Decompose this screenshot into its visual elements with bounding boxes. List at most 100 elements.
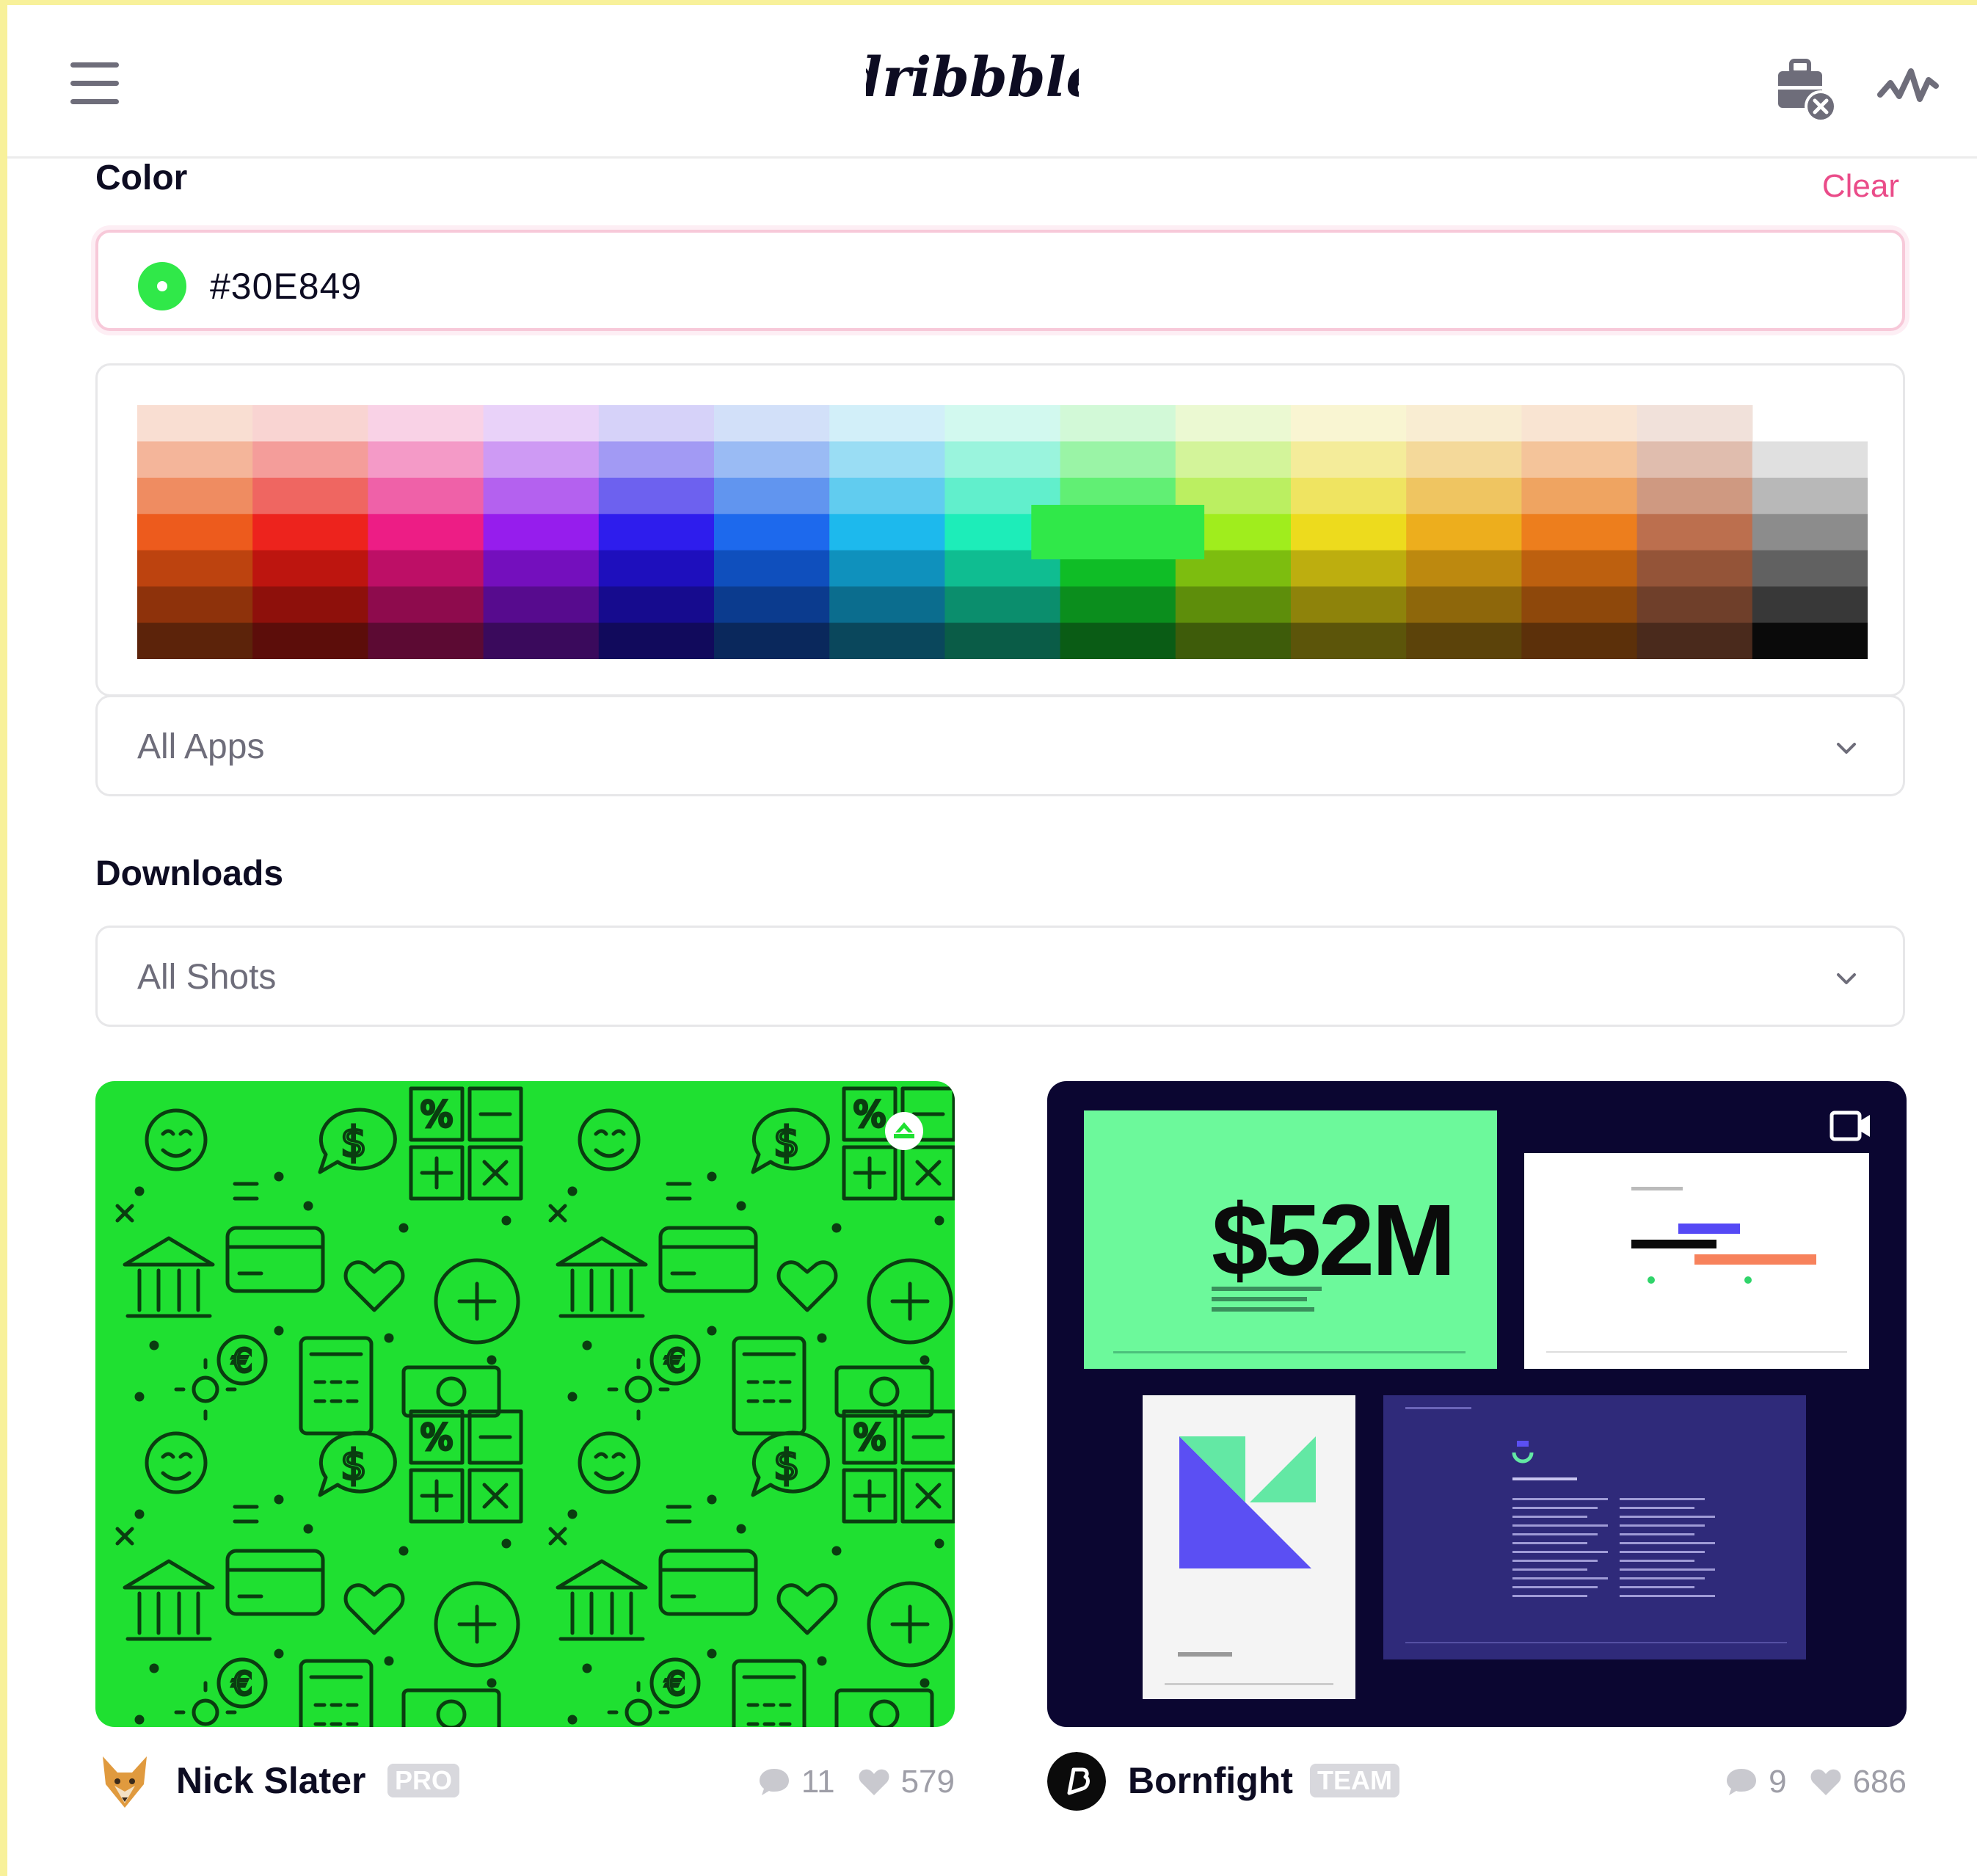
palette-swatch[interactable]: [944, 405, 1061, 443]
palette-swatch[interactable]: [1521, 405, 1638, 443]
author-name[interactable]: Nick Slater: [176, 1759, 365, 1802]
avatar-nick-slater[interactable]: [95, 1752, 154, 1811]
palette-swatch[interactable]: [598, 586, 715, 624]
palette-swatch[interactable]: [1175, 405, 1292, 443]
palette-swatch[interactable]: [483, 405, 600, 443]
palette-swatch[interactable]: [829, 622, 945, 659]
heart-icon[interactable]: [857, 1766, 891, 1798]
clear-color-link[interactable]: Clear: [1822, 168, 1899, 205]
palette-swatch[interactable]: [1406, 550, 1522, 587]
palette-swatch[interactable]: [1406, 586, 1522, 624]
palette-swatch[interactable]: [252, 441, 368, 479]
palette-swatch[interactable]: [1406, 477, 1522, 515]
palette-swatch[interactable]: [1291, 586, 1407, 624]
shot-thumbnail-bornfight-presentation[interactable]: $52M: [1047, 1081, 1907, 1727]
comment-icon[interactable]: [1725, 1766, 1758, 1798]
palette-swatch[interactable]: [1521, 550, 1638, 587]
palette-swatch[interactable]: [1060, 586, 1176, 624]
dribbble-logo[interactable]: dribbble: [866, 45, 1079, 118]
palette-swatch[interactable]: [368, 622, 484, 659]
palette-swatch[interactable]: [1521, 441, 1638, 479]
palette-swatch[interactable]: [368, 441, 484, 479]
palette-swatch[interactable]: [137, 514, 253, 551]
palette-swatch[interactable]: [1060, 622, 1176, 659]
palette-swatch[interactable]: [714, 405, 830, 443]
palette-swatch[interactable]: [483, 477, 600, 515]
palette-swatch[interactable]: [483, 441, 600, 479]
palette-swatch[interactable]: [1636, 550, 1753, 587]
palette-swatch[interactable]: [829, 477, 945, 515]
palette-swatch[interactable]: [1752, 622, 1868, 659]
palette-swatch[interactable]: [252, 405, 368, 443]
palette-swatch[interactable]: [1175, 622, 1292, 659]
palette-swatch[interactable]: [1752, 550, 1868, 587]
palette-swatch[interactable]: [714, 477, 830, 515]
downloads-select[interactable]: All Shots: [95, 926, 1905, 1027]
palette-swatch[interactable]: [1291, 550, 1407, 587]
palette-swatch[interactable]: [137, 441, 253, 479]
palette-swatch[interactable]: [1636, 441, 1753, 479]
palette-swatch[interactable]: [1406, 622, 1522, 659]
palette-swatch[interactable]: [598, 441, 715, 479]
palette-swatch[interactable]: [944, 622, 1061, 659]
palette-swatch[interactable]: [252, 477, 368, 515]
palette-swatch[interactable]: [1521, 514, 1638, 551]
palette-swatch[interactable]: [1636, 405, 1753, 443]
palette-swatch[interactable]: [368, 586, 484, 624]
palette-swatch[interactable]: [1060, 441, 1176, 479]
palette-swatch[interactable]: [829, 586, 945, 624]
palette-swatch[interactable]: [368, 514, 484, 551]
palette-swatch[interactable]: [829, 550, 945, 587]
palette-swatch[interactable]: [252, 586, 368, 624]
palette-swatch[interactable]: [137, 622, 253, 659]
palette-swatch[interactable]: [829, 514, 945, 551]
palette-swatch[interactable]: [714, 586, 830, 624]
author-name[interactable]: Bornfight: [1128, 1759, 1293, 1802]
palette-swatch[interactable]: [483, 514, 600, 551]
apps-select[interactable]: All Apps: [95, 695, 1905, 796]
palette-swatch[interactable]: [1752, 586, 1868, 624]
palette-swatch[interactable]: [598, 550, 715, 587]
palette-swatch[interactable]: [714, 514, 830, 551]
palette-swatch[interactable]: [1291, 441, 1407, 479]
palette-swatch[interactable]: [137, 405, 253, 443]
palette-swatch[interactable]: [1636, 477, 1753, 515]
color-palette-grid[interactable]: [137, 405, 1868, 659]
palette-selected-swatch[interactable]: [1031, 504, 1205, 560]
palette-swatch[interactable]: [1636, 514, 1753, 551]
palette-swatch[interactable]: [252, 514, 368, 551]
palette-swatch[interactable]: [1636, 586, 1753, 624]
palette-swatch[interactable]: [1406, 405, 1522, 443]
palette-swatch[interactable]: [252, 550, 368, 587]
palette-swatch[interactable]: [1752, 477, 1868, 515]
palette-swatch[interactable]: [1291, 514, 1407, 551]
heart-icon[interactable]: [1809, 1766, 1843, 1798]
palette-swatch[interactable]: [598, 477, 715, 515]
palette-swatch[interactable]: [252, 622, 368, 659]
palette-swatch[interactable]: [714, 622, 830, 659]
color-hex-input[interactable]: #30E849: [95, 230, 1905, 331]
palette-swatch[interactable]: [1636, 622, 1753, 659]
palette-swatch[interactable]: [944, 441, 1061, 479]
jobs-briefcase-icon[interactable]: [1772, 54, 1838, 124]
hamburger-menu-icon[interactable]: [70, 62, 119, 106]
palette-swatch[interactable]: [368, 477, 484, 515]
palette-swatch[interactable]: [1291, 405, 1407, 443]
palette-swatch[interactable]: [714, 550, 830, 587]
palette-swatch[interactable]: [483, 586, 600, 624]
palette-swatch[interactable]: [1060, 405, 1176, 443]
palette-swatch[interactable]: [483, 550, 600, 587]
shot-thumbnail-fintech-pattern[interactable]: $% € $% € $% € $% €: [95, 1081, 955, 1727]
palette-swatch[interactable]: [137, 550, 253, 587]
avatar-bornfight[interactable]: [1047, 1752, 1106, 1811]
palette-swatch[interactable]: [1752, 514, 1868, 551]
comment-icon[interactable]: [757, 1766, 791, 1798]
palette-swatch[interactable]: [368, 405, 484, 443]
palette-swatch[interactable]: [598, 622, 715, 659]
palette-swatch[interactable]: [1175, 441, 1292, 479]
color-hex-value[interactable]: #30E849: [210, 265, 362, 308]
palette-swatch[interactable]: [1521, 586, 1638, 624]
palette-swatch[interactable]: [1175, 586, 1292, 624]
palette-swatch[interactable]: [137, 586, 253, 624]
palette-swatch[interactable]: [944, 586, 1061, 624]
